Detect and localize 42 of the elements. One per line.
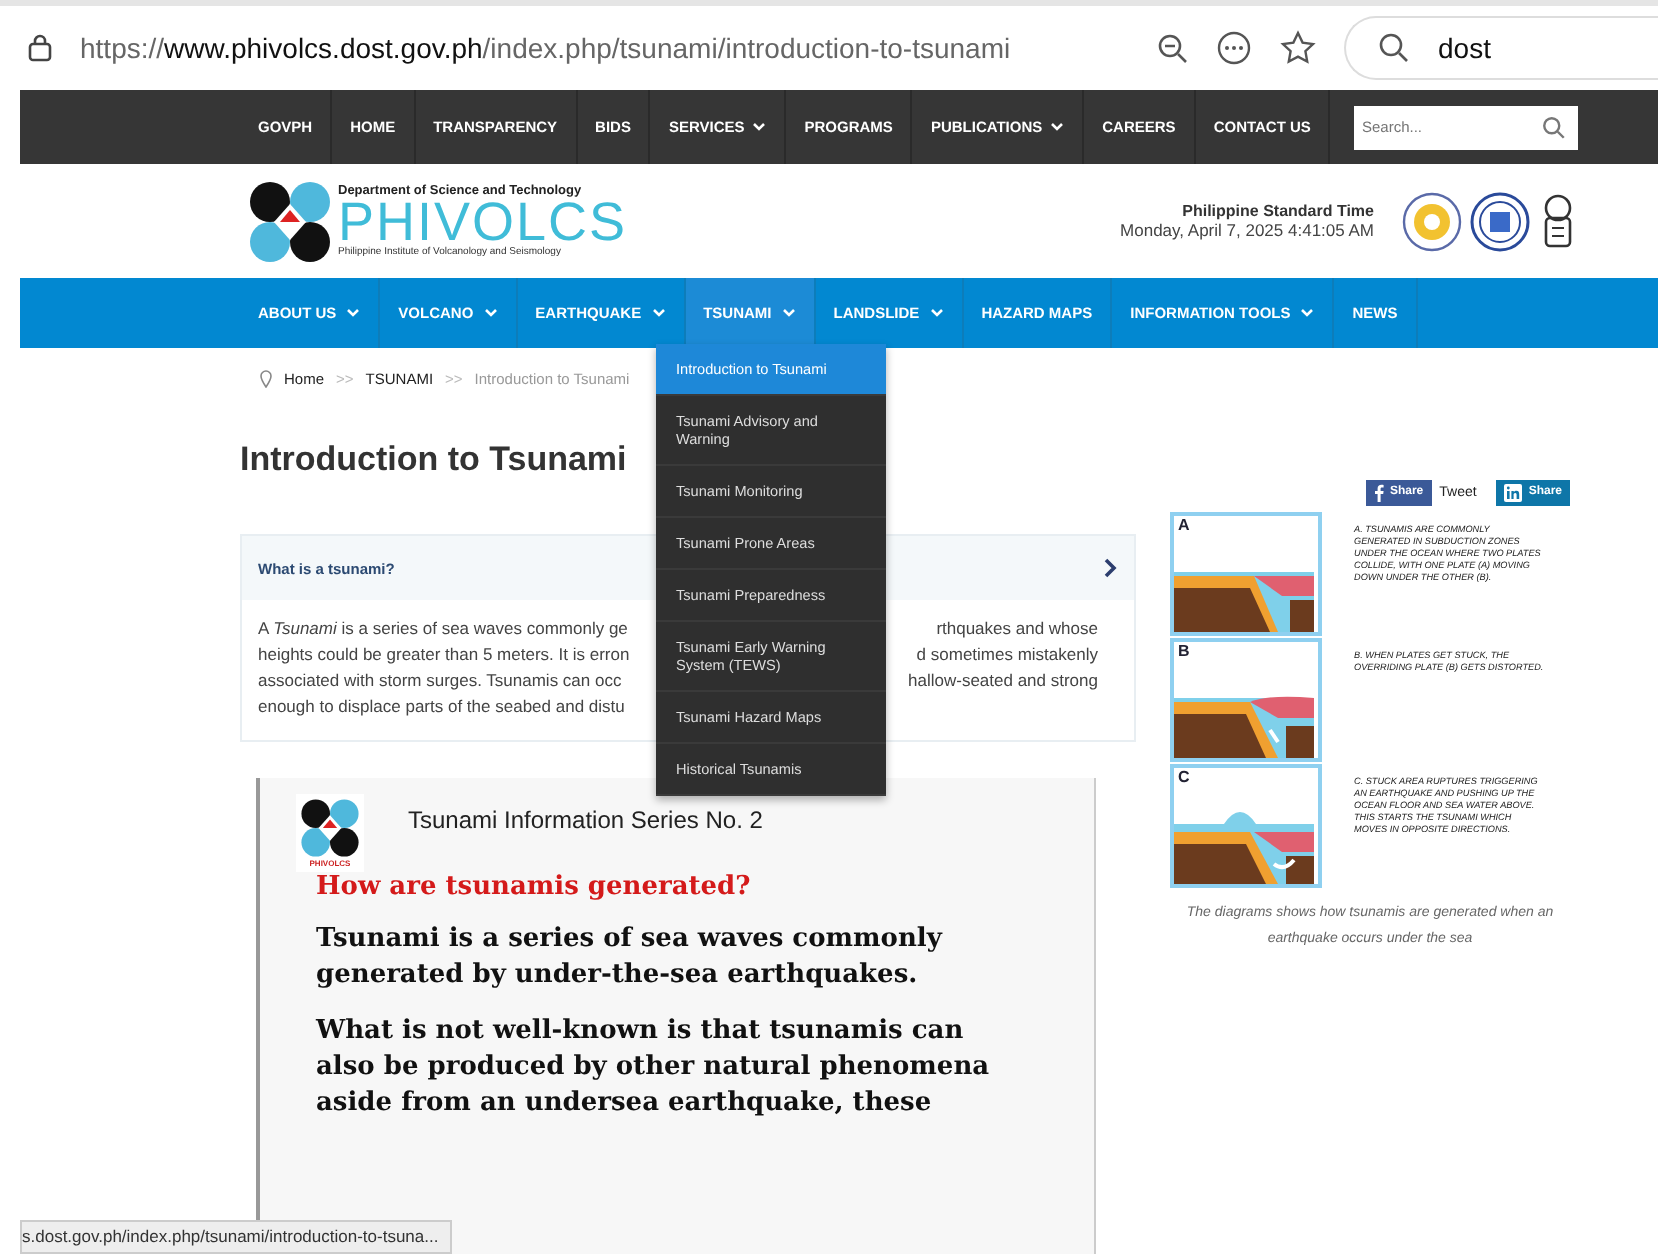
diagram-label: B xyxy=(1178,642,1190,660)
caret-icon xyxy=(1050,122,1065,132)
caret-icon xyxy=(1300,308,1315,318)
seal-icon xyxy=(1402,191,1462,251)
search-icon xyxy=(1378,32,1410,64)
diagram-label: A xyxy=(1178,516,1190,534)
status-bar-url: s.dost.gov.ph/index.php/tsunami/introduction-to-tsuna... xyxy=(20,1220,453,1254)
paragraph-fragment: heights could be greater than 5 meters. It is erron xyxy=(258,642,630,668)
standard-time: Monday, April 7, 2025 4:41:05 AM xyxy=(1120,220,1374,240)
zoom-out-icon[interactable] xyxy=(1156,32,1188,64)
facebook-icon xyxy=(1373,483,1384,501)
caret-icon xyxy=(752,122,767,132)
plate-collision-drawing xyxy=(1174,572,1314,632)
paragraph-fragment: rthquakes and whose xyxy=(936,616,1100,642)
star-icon[interactable] xyxy=(1280,30,1316,66)
caret-icon xyxy=(346,308,361,318)
search-icon xyxy=(1542,115,1566,139)
card-paragraph: What is not well-known is that tsunamis can also be produced by other natural phenomena aside from an undersea earthquake, these xyxy=(316,1014,992,1122)
diagram-label: C xyxy=(1178,768,1190,786)
phivolcs-logo-icon xyxy=(248,179,332,263)
series-title: Tsunami Information Series No. 2 xyxy=(408,806,763,834)
location-pin-icon xyxy=(260,369,272,387)
paragraph-fragment: associated with storm surges. Tsunamis can occ xyxy=(258,668,622,694)
card-paragraph: Tsunami is a series of sea waves commonly generated by under-the-sea earthquakes. xyxy=(316,922,945,994)
caret-icon xyxy=(929,308,944,318)
lock-icon xyxy=(28,34,52,62)
paragraph-fragment: d sometimes mistakenly xyxy=(916,642,1100,668)
paragraph-fragment: A Tsunami is a series of sea waves commonly ge xyxy=(258,616,628,642)
paragraph-fragment: enough to displace parts of the seabed and distu xyxy=(258,694,625,720)
more-icon[interactable] xyxy=(1216,30,1252,66)
linkedin-icon xyxy=(1504,483,1523,501)
address-bar-url[interactable]: https://www.phivolcs.dost.gov.ph/index.php/tsunami/introduction-to-tsunami xyxy=(80,32,1128,64)
brand-name: PHIVOLCS xyxy=(338,198,628,246)
seal-icon xyxy=(1470,191,1530,251)
time-label: Philippine Standard Time xyxy=(1182,202,1374,220)
browser-search-field[interactable]: dost xyxy=(1344,16,1658,80)
paragraph-fragment: hallow-seated and strong xyxy=(908,668,1100,694)
search-query: dost xyxy=(1438,32,1491,64)
caret-icon xyxy=(483,308,498,318)
caret-icon xyxy=(781,308,796,318)
card-heading: How are tsunamis generated? xyxy=(316,872,753,902)
caret-icon xyxy=(651,308,666,318)
